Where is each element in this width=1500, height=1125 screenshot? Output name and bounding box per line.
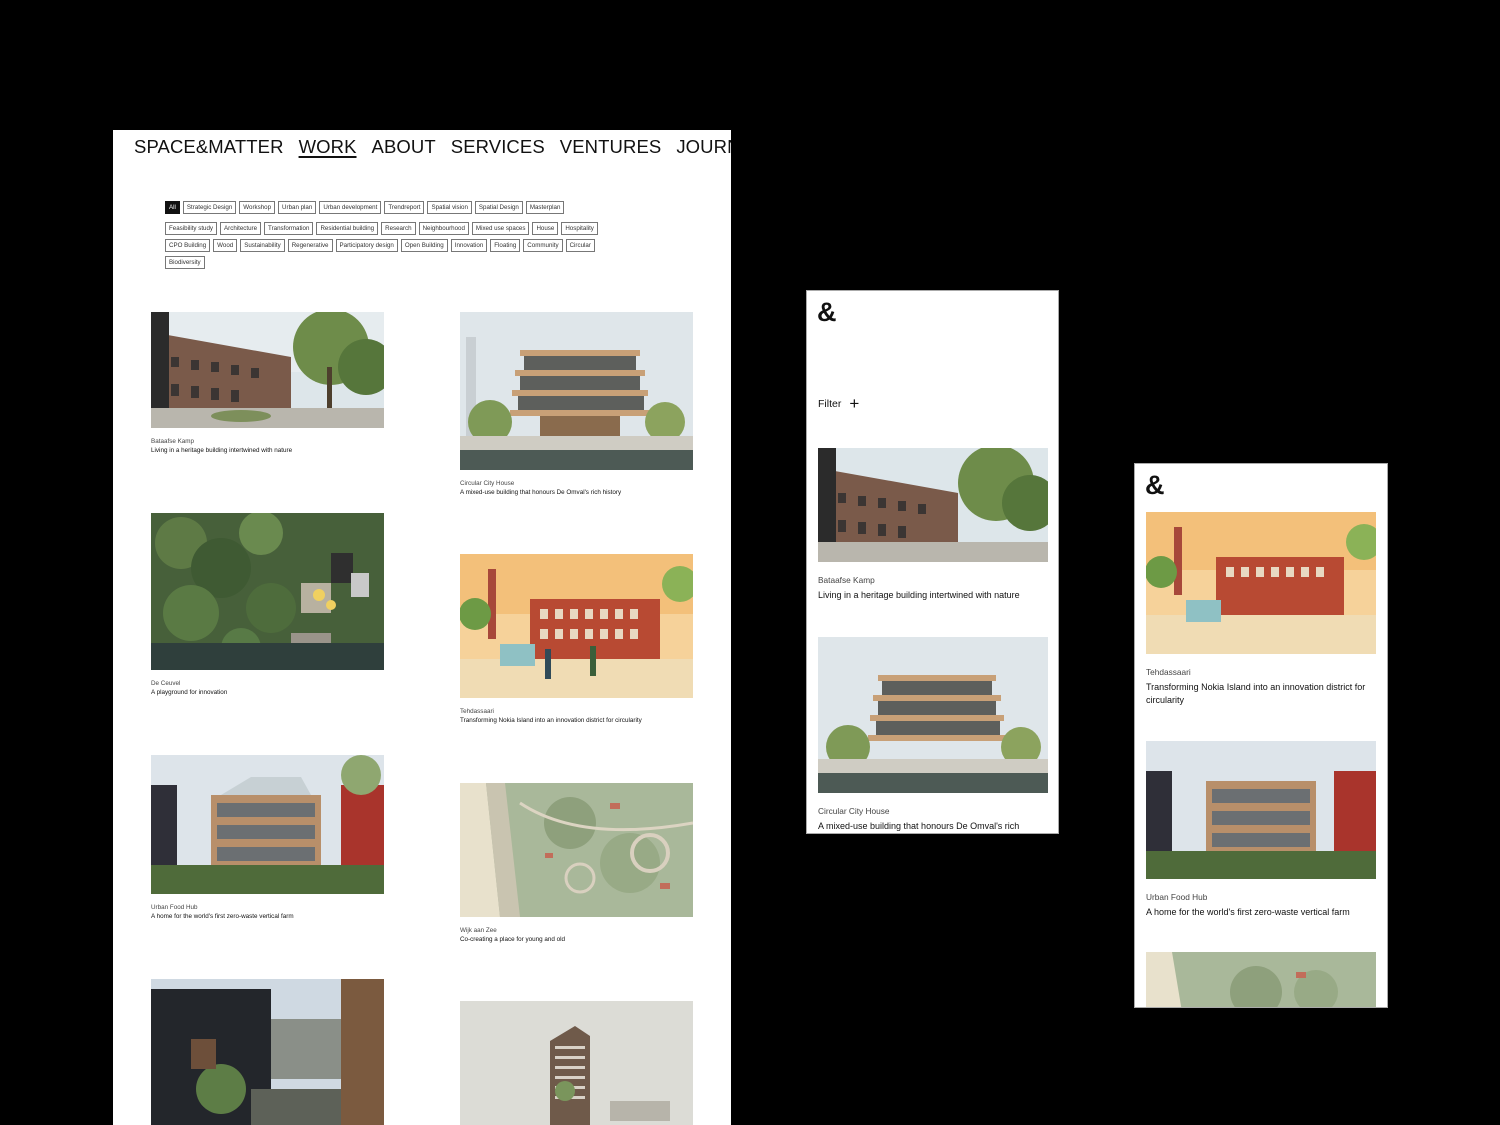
filter-tag[interactable]: Regenerative — [287, 239, 333, 252]
filter-tag[interactable]: All — [165, 201, 180, 214]
project-image[interactable] — [459, 554, 698, 698]
project-title: Circular City House — [460, 480, 515, 487]
project-image[interactable] — [1146, 741, 1376, 879]
filter-row: Feasibility study Architecture Transformat… — [165, 222, 635, 235]
filter-row: CPO Building Wood Sustainability Regenerati… — [165, 239, 635, 252]
project-card[interactable]: Tehdassaari Transforming Nokia Island in… — [1145, 512, 1382, 707]
filter-row: Biodiversity — [165, 256, 635, 269]
filter-tags: All Strategic Design Workshop Urban plan Urb… — [165, 201, 635, 273]
project-card[interactable] — [460, 1001, 693, 1125]
project-description: Living in a heritage building intertwine… — [151, 447, 293, 454]
filter-tag[interactable]: Strategic Design — [182, 201, 237, 214]
project-image[interactable] — [460, 312, 693, 470]
project-title: Circular City House — [818, 806, 890, 816]
filter-tag[interactable]: Biodiversity — [165, 256, 205, 269]
filter-tag[interactable]: Transformation — [264, 222, 314, 235]
project-description: A mixed-use building that honours De Omv… — [818, 821, 1020, 831]
nav-logo[interactable]: SPACE&MATTER — [134, 136, 284, 158]
project-image[interactable] — [151, 309, 394, 428]
project-title: Bataafse Kamp — [151, 438, 195, 445]
project-description: Co-creating a place for young and old — [460, 936, 566, 943]
filter-tag[interactable]: Trendreport — [384, 201, 425, 214]
filter-tag[interactable]: House — [532, 222, 559, 235]
project-description: A home for the world's first zero-waste … — [1146, 907, 1350, 917]
filter-tag[interactable]: Hospitality — [561, 222, 598, 235]
project-image[interactable] — [151, 979, 384, 1125]
filter-tag[interactable]: Spatial vision — [427, 201, 472, 214]
project-card[interactable]: Circular City House A mixed-use building… — [460, 312, 693, 497]
project-card[interactable]: Urban Food Hub A home for the world's fi… — [151, 755, 384, 921]
project-title: Urban Food Hub — [151, 904, 198, 911]
project-description: Transforming Nokia Island into an innova… — [460, 717, 642, 724]
filter-tag[interactable]: Spatial Design — [474, 201, 523, 214]
filter-tag[interactable]: Research — [381, 222, 416, 235]
project-description: A playground for innovation — [151, 689, 228, 696]
project-image[interactable] — [460, 1001, 693, 1125]
filter-tag[interactable]: Workshop — [239, 201, 276, 214]
desktop-frame: SPACE&MATTER WORK ABOUT SERVICES VENTURE… — [113, 130, 731, 1125]
project-card[interactable]: Bataafse Kamp Living in a heritage build… — [151, 309, 394, 455]
project-card[interactable]: De Ceuvel A playground for innovation — [151, 511, 384, 697]
mobile-frame-2: & Tehdassaari Transforming Nokia Island … — [1134, 463, 1388, 1008]
filter-tag[interactable]: Architecture — [220, 222, 262, 235]
project-card[interactable] — [151, 979, 384, 1125]
project-image[interactable] — [460, 783, 694, 917]
project-description: Living in a heritage building intertwine… — [818, 590, 1020, 600]
logo[interactable]: & — [817, 297, 837, 327]
project-title: Bataafse Kamp — [818, 575, 875, 585]
project-card[interactable]: Bataafse Kamp Living in a heritage build… — [818, 445, 1058, 602]
project-card[interactable]: Urban Food Hub A home for the world's fi… — [1146, 741, 1376, 919]
logo[interactable]: & — [1145, 470, 1165, 500]
filter-tag[interactable]: Participatory design — [335, 239, 398, 252]
filter-tag[interactable]: Masterplan — [525, 201, 565, 214]
filter-tag[interactable]: Open Building — [400, 239, 448, 252]
project-image[interactable] — [818, 445, 1058, 562]
project-image[interactable] — [151, 511, 384, 670]
main-nav: SPACE&MATTER WORK ABOUT SERVICES VENTURE… — [134, 136, 731, 158]
project-title: Urban Food Hub — [1146, 892, 1208, 902]
filter-tag[interactable]: Urban development — [319, 201, 382, 214]
filter-tag[interactable]: Innovation — [450, 239, 488, 252]
project-image[interactable] — [151, 755, 384, 894]
filter-tag[interactable]: Urban plan — [278, 201, 317, 214]
nav-ventures[interactable]: VENTURES — [560, 136, 662, 158]
project-title: Wijk aan Zee — [460, 927, 497, 934]
filter-toggle[interactable]: Filter + — [818, 394, 860, 413]
filter-tag[interactable]: Circular — [565, 239, 595, 252]
project-description: Transforming Nokia Island into an innova… — [1146, 682, 1366, 705]
project-card[interactable]: Wijk aan Zee Co-creating a place for you… — [460, 783, 694, 944]
filter-tag[interactable]: Community — [523, 239, 563, 252]
project-image[interactable] — [818, 637, 1048, 793]
project-card[interactable]: Circular City House A mixed-use building… — [818, 637, 1048, 833]
project-description: A mixed-use building that honours De Omv… — [460, 489, 622, 496]
project-title: Tehdassaari — [1146, 667, 1191, 677]
project-title: Tehdassaari — [460, 708, 494, 715]
nav-journal[interactable]: JOURNAL — [676, 136, 731, 158]
filter-tag[interactable]: Mixed use spaces — [471, 222, 530, 235]
project-image[interactable] — [1145, 512, 1382, 654]
nav-work[interactable]: WORK — [299, 136, 357, 158]
project-description: A home for the world's first zero-waste … — [151, 913, 294, 920]
nav-about[interactable]: ABOUT — [372, 136, 436, 158]
filter-tag[interactable]: Feasibility study — [165, 222, 218, 235]
nav-services[interactable]: SERVICES — [451, 136, 545, 158]
project-card[interactable] — [1146, 952, 1376, 1008]
project-title: De Ceuvel — [151, 680, 181, 687]
filter-row: All Strategic Design Workshop Urban plan Urb… — [165, 201, 635, 214]
project-card[interactable]: Tehdassaari Transforming Nokia Island in… — [459, 554, 698, 725]
filter-label: Filter — [818, 398, 842, 410]
filter-tag[interactable]: Sustainability — [240, 239, 285, 252]
filter-tag[interactable]: Wood — [213, 239, 238, 252]
filter-tag[interactable]: Floating — [490, 239, 521, 252]
filter-tag[interactable]: CPO Building — [165, 239, 211, 252]
project-image[interactable] — [1146, 952, 1376, 1008]
mobile-frame-1: & Filter + Bataafse Kamp Living in a her… — [806, 290, 1059, 834]
plus-icon: + — [849, 394, 860, 413]
filter-tag[interactable]: Neighbourhood — [418, 222, 469, 235]
filter-tag[interactable]: Residential building — [316, 222, 379, 235]
